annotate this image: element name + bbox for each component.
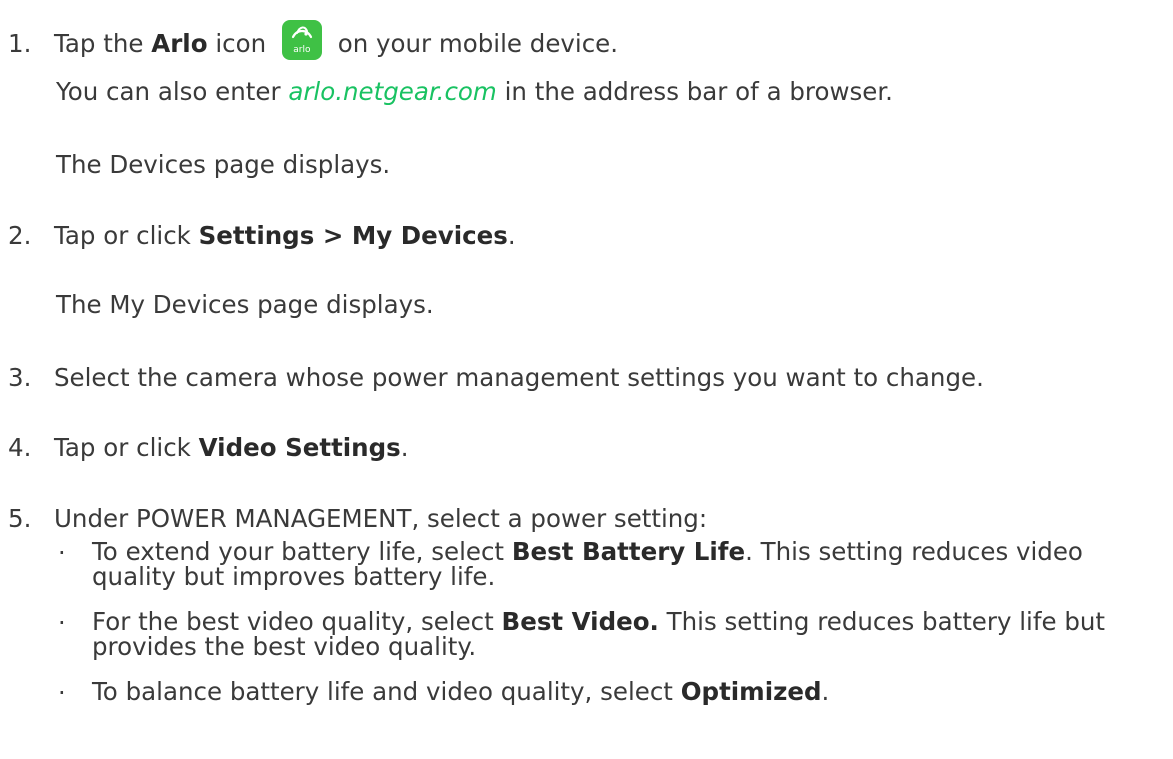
- option-optimized: Optimized: [680, 677, 822, 706]
- step-text: Under POWER MANAGEMENT, select a power s…: [54, 504, 708, 533]
- list-item: · To balance battery life and video qual…: [56, 679, 1168, 707]
- bullet-text: .: [821, 677, 830, 706]
- step-text: Tap or click: [54, 433, 199, 462]
- arlo-icon-label: arlo: [293, 45, 311, 55]
- step-number: 4.: [8, 433, 32, 462]
- bullet-marker: ·: [58, 539, 66, 567]
- bullet-marker: ·: [58, 609, 66, 637]
- step-text: Select the camera whose power management…: [54, 363, 984, 392]
- step-emphasis: Settings > My Devices: [198, 221, 508, 250]
- bullet-marker: ·: [58, 679, 66, 707]
- arlo-bird-icon: [291, 26, 313, 39]
- step-number: 3.: [8, 363, 32, 392]
- step-2: 2. Tap or click Settings > My Devices.: [8, 221, 1168, 250]
- step-1: 1. Tap the Arlo icon arlo on your mobile …: [8, 20, 1168, 60]
- step-1-result: The Devices page displays.: [56, 150, 1166, 179]
- step-text: .: [400, 433, 409, 462]
- list-item-text: For the best video quality, select Best …: [92, 609, 1168, 659]
- step-4: 4. Tap or click Video Settings.: [8, 433, 1168, 462]
- option-best-video: Best Video.: [501, 607, 659, 636]
- step-number: 2.: [8, 221, 32, 250]
- step-text: icon: [207, 29, 274, 58]
- alt-text: You can also enter: [56, 77, 289, 106]
- step-emphasis: Video Settings: [198, 433, 401, 462]
- list-item: · To extend your battery life, select Be…: [56, 539, 1168, 589]
- step-5: 5. Under POWER MANAGEMENT, select a power…: [8, 504, 1168, 533]
- step-number: 1.: [8, 29, 32, 58]
- arlo-url-link[interactable]: arlo.netgear.com: [288, 77, 496, 106]
- step-text: Tap or click: [54, 221, 199, 250]
- result-text: The My Devices page displays.: [56, 290, 434, 319]
- step-text: .: [507, 221, 516, 250]
- list-item-text: To balance battery life and video qualit…: [92, 679, 1168, 704]
- bullet-text: To balance battery life and video qualit…: [92, 677, 681, 706]
- step-2-result: The My Devices page displays.: [56, 290, 1166, 319]
- arlo-app-icon: arlo: [281, 20, 322, 60]
- step-text: on your mobile device.: [329, 29, 619, 58]
- alt-text: in the address bar of a browser.: [496, 77, 893, 106]
- instructions-page: 1. Tap the Arlo icon arlo on your mobile …: [0, 0, 1173, 759]
- step-text: Tap the: [54, 29, 152, 58]
- step-3: 3. Select the camera whose power manageme…: [8, 363, 1168, 392]
- option-best-battery-life: Best Battery Life: [511, 537, 746, 566]
- step-number: 5.: [8, 504, 32, 533]
- step-1-alternative: You can also enter arlo.netgear.com in t…: [56, 77, 1166, 106]
- list-item: · For the best video quality, select Bes…: [56, 609, 1168, 659]
- result-text: The Devices page displays.: [56, 150, 391, 179]
- list-item-text: To extend your battery life, select Best…: [92, 539, 1168, 589]
- step-emphasis: Arlo: [151, 29, 208, 58]
